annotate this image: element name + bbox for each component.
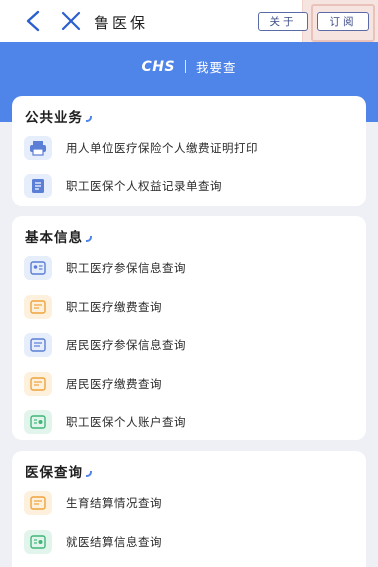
list-item[interactable]: 职工医保个人权益记录单查询 xyxy=(12,170,366,202)
section-card-public-business: 公共业务 用人单位医疗保险个人缴费证明打印 职工医保个人权益记录单查询 xyxy=(12,96,366,206)
list-item[interactable]: 职工医保个人账户查询 xyxy=(12,406,366,438)
list-item-label: 职工医疗缴费查询 xyxy=(66,300,162,314)
printer-icon xyxy=(24,136,52,160)
back-arrow-icon[interactable] xyxy=(24,10,44,32)
top-navigation-bar: 鲁医保 关于 订阅 xyxy=(0,0,378,42)
list-item-label: 居民医疗参保信息查询 xyxy=(66,338,186,352)
chs-logo: CHS xyxy=(141,58,176,75)
title-accent-icon xyxy=(86,116,92,122)
list-item[interactable]: 居民医疗参保信息查询 xyxy=(12,329,366,361)
list-item[interactable]: 就医结算信息查询 xyxy=(12,526,366,558)
list-item-label: 职工医保个人权益记录单查询 xyxy=(66,179,222,193)
close-icon[interactable] xyxy=(60,10,82,32)
section-title: 医保查询 xyxy=(25,461,92,481)
brand-divider xyxy=(185,60,187,73)
list-item-label: 职工医保个人账户查询 xyxy=(66,415,186,429)
section-title: 基本信息 xyxy=(25,226,92,246)
account-card-icon xyxy=(24,410,52,434)
document-icon xyxy=(24,174,52,198)
header-subtitle: 我要查 xyxy=(196,60,237,75)
about-button[interactable]: 关于 xyxy=(258,12,308,31)
subscribe-button[interactable]: 订阅 xyxy=(317,12,369,31)
id-card-icon xyxy=(24,256,52,280)
title-accent-icon xyxy=(86,236,92,242)
section-title: 公共业务 xyxy=(25,106,92,126)
list-item-label: 用人单位医疗保险个人缴费证明打印 xyxy=(66,141,258,155)
payment-card-icon xyxy=(24,491,52,515)
page-title: 鲁医保 xyxy=(94,14,149,32)
list-item[interactable]: 用人单位医疗保险个人缴费证明打印 xyxy=(12,132,366,164)
list-item-label: 职工医疗参保信息查询 xyxy=(66,261,186,275)
payment-card-icon xyxy=(24,372,52,396)
list-item[interactable]: 职工医疗参保信息查询 xyxy=(12,252,366,284)
brand-bar: CHS 我要查 xyxy=(0,57,378,76)
id-card-icon xyxy=(24,333,52,357)
section-card-basic-info: 基本信息 职工医疗参保信息查询 职工医疗缴费查询 居民医疗参保信息查询 居民医疗… xyxy=(12,216,366,440)
section-card-insurance-query: 医保查询 生育结算情况查询 就医结算信息查询 xyxy=(12,451,366,567)
list-item-label: 居民医疗缴费查询 xyxy=(66,377,162,391)
title-accent-icon xyxy=(86,471,92,477)
list-item[interactable]: 职工医疗缴费查询 xyxy=(12,291,366,323)
payment-card-icon xyxy=(24,295,52,319)
list-item[interactable]: 生育结算情况查询 xyxy=(12,487,366,519)
list-item-label: 就医结算信息查询 xyxy=(66,535,162,549)
list-item[interactable]: 居民医疗缴费查询 xyxy=(12,368,366,400)
list-item-label: 生育结算情况查询 xyxy=(66,496,162,510)
account-card-icon xyxy=(24,530,52,554)
